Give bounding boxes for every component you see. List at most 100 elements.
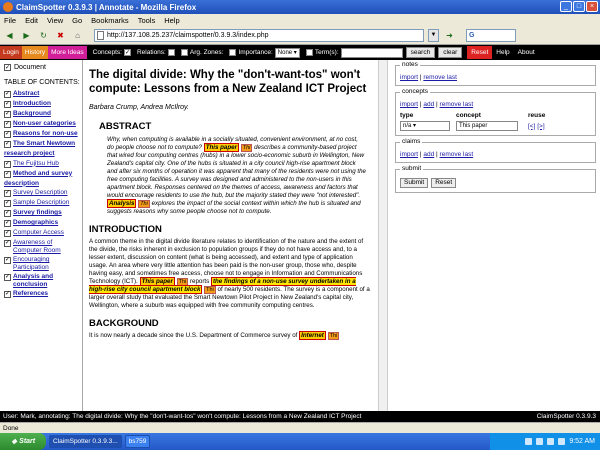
start-button[interactable]: ❖ Start — [0, 433, 46, 450]
toc-item-non-user-categories[interactable]: ✓ Non-user categories — [4, 120, 80, 128]
document-checkbox[interactable]: ✓ — [4, 64, 11, 71]
toc-item-abstract[interactable]: ✓ Abstract — [4, 90, 80, 98]
taskbar-item-firefox[interactable]: ClaimSpotter 0.3.9.3... — [49, 435, 122, 448]
terms-input[interactable] — [340, 47, 403, 58]
close-button[interactable]: × — [586, 1, 598, 12]
forward-icon[interactable]: ▶ — [20, 29, 33, 42]
annotation-tag[interactable]: Thi — [327, 332, 340, 340]
toc-item-smart-newtown[interactable]: ✓ The Smart Newtown — [4, 140, 80, 148]
more-ideas-button[interactable]: More Ideas — [48, 46, 87, 59]
toc-checkbox[interactable]: ✓ — [4, 274, 11, 281]
minimize-button[interactable]: _ — [560, 1, 572, 12]
toc-item-computer-access[interactable]: ✓ Computer Access — [4, 229, 80, 237]
menu-file[interactable]: File — [4, 16, 16, 25]
reset-button[interactable]: Reset — [467, 46, 493, 59]
notes-remove-link[interactable]: remove last — [423, 74, 457, 81]
submit-button[interactable]: Submit — [400, 178, 429, 188]
toc-item-analysis[interactable]: ✓ Analysis and conclusion — [4, 273, 80, 288]
home-icon[interactable]: ⌂ — [71, 29, 84, 42]
toc-checkbox[interactable]: ✓ — [4, 121, 11, 128]
toc-item-survey-findings[interactable]: ✓ Survey findings — [4, 209, 80, 217]
toc-checkbox[interactable]: ✓ — [4, 101, 11, 108]
login-button[interactable]: Login — [0, 46, 22, 59]
tray-icon[interactable] — [536, 438, 544, 445]
url-dropdown-icon[interactable]: ▼ — [428, 29, 439, 42]
concept-input[interactable]: This paper — [456, 121, 518, 131]
search-button[interactable]: search — [405, 47, 436, 58]
menu-edit[interactable]: Edit — [25, 16, 38, 25]
claims-add-link[interactable]: add — [423, 151, 434, 158]
toc-checkbox[interactable]: ✓ — [4, 200, 11, 207]
go-icon[interactable]: ➜ — [443, 29, 456, 42]
toc-item-reasons[interactable]: ✓ Reasons for non-use — [4, 130, 80, 138]
history-button[interactable]: History — [21, 46, 49, 59]
toc-item-method[interactable]: ✓ Method and survey — [4, 170, 80, 178]
menu-tools[interactable]: Tools — [138, 16, 156, 25]
concept-highlight[interactable]: Internet — [299, 331, 326, 340]
toc-checkbox[interactable]: ✓ — [4, 91, 11, 98]
menu-view[interactable]: View — [47, 16, 63, 25]
reset-form-button[interactable]: Reset — [431, 178, 457, 188]
toc-checkbox[interactable]: ✓ — [4, 220, 11, 227]
tray-icon[interactable] — [525, 438, 533, 445]
scrollbar[interactable] — [379, 60, 388, 411]
toc-checkbox[interactable]: ✓ — [4, 160, 11, 168]
menu-go[interactable]: Go — [72, 16, 82, 25]
claims-import-link[interactable]: import — [400, 151, 418, 158]
toc-checkbox[interactable]: ✓ — [4, 240, 11, 247]
back-icon[interactable]: ◀ — [3, 29, 16, 42]
reuse-next-link[interactable]: [>] — [537, 123, 544, 130]
toc-item-demographics[interactable]: ✓ Demographics — [4, 219, 80, 227]
toc-item-description[interactable]: description — [4, 180, 80, 188]
toc-checkbox[interactable]: ✓ — [4, 111, 11, 118]
clear-button[interactable]: clear — [438, 47, 463, 58]
importance-select[interactable]: None ▾ — [274, 47, 300, 58]
tray-icon[interactable] — [558, 438, 566, 445]
toc-checkbox[interactable]: ✓ — [4, 190, 11, 197]
toc-item-survey-description[interactable]: ✓ Survey Description — [4, 189, 80, 197]
url-bar[interactable]: http://137.108.25.237/claimspotter/0.3.9… — [94, 29, 424, 42]
terms-checkbox[interactable] — [305, 49, 313, 56]
menu-help[interactable]: Help — [164, 16, 179, 25]
about-link[interactable]: About — [514, 46, 539, 59]
concepts-import-link[interactable]: import — [400, 101, 418, 108]
toc-item-awareness[interactable]: ✓ Awareness of Computer Room — [4, 239, 80, 254]
toc-item-background[interactable]: ✓ Background — [4, 110, 80, 118]
toc-item-references[interactable]: ✓ References — [4, 290, 80, 298]
taskbar-item-bs759[interactable]: bs759 — [124, 435, 151, 448]
claims-remove-link[interactable]: remove last — [440, 151, 474, 158]
stop-icon[interactable]: ✖ — [54, 29, 67, 42]
maximize-button[interactable]: □ — [573, 1, 585, 12]
concepts-remove-link[interactable]: remove last — [440, 101, 474, 108]
concept-type-select[interactable]: n/a ▾ — [400, 121, 450, 131]
toc-checkbox[interactable]: ✓ — [4, 230, 11, 237]
concepts-add-link[interactable]: add — [423, 101, 434, 108]
toc-item-introduction[interactable]: ✓ Introduction — [4, 100, 80, 108]
toc-checkbox[interactable]: ✓ — [4, 257, 11, 264]
relations-checkbox[interactable] — [167, 49, 175, 56]
tray-icon[interactable] — [547, 438, 555, 445]
annotation-tag[interactable]: Thi — [138, 200, 150, 208]
annotation-tag[interactable]: Thi — [240, 144, 253, 152]
reuse-prev-link[interactable]: [<] — [528, 123, 535, 130]
toc-checkbox[interactable]: ✓ — [4, 210, 11, 217]
notes-import-link[interactable]: import — [400, 74, 418, 81]
toc-item-encouraging[interactable]: ✓ Encouraging Participation — [4, 256, 80, 271]
search-input[interactable]: G — [466, 29, 516, 42]
concept-highlight[interactable]: Analysis — [107, 199, 137, 208]
annotation-tag[interactable]: Thi — [204, 286, 216, 294]
help-link[interactable]: Help — [492, 46, 513, 59]
toc-checkbox[interactable]: ✓ — [4, 131, 11, 138]
toc-checkbox[interactable]: ✓ — [4, 170, 11, 178]
toc-item-fujitsu-hub[interactable]: ✓ The Fujitsu Hub — [4, 160, 80, 168]
concept-highlight[interactable]: This paper — [203, 143, 239, 152]
toc-checkbox[interactable]: ✓ — [4, 141, 11, 148]
toc-item-sample-description[interactable]: ✓ Sample Description — [4, 199, 80, 207]
toc-item-research-project[interactable]: research project — [4, 150, 80, 158]
menu-bookmarks[interactable]: Bookmarks — [91, 16, 129, 25]
reload-icon[interactable]: ↻ — [37, 29, 50, 42]
toc-checkbox[interactable]: ✓ — [4, 291, 11, 298]
concepts-checkbox[interactable]: ✓ — [123, 49, 131, 56]
arg-zones-checkbox[interactable] — [180, 49, 188, 56]
importance-checkbox[interactable] — [229, 49, 237, 56]
